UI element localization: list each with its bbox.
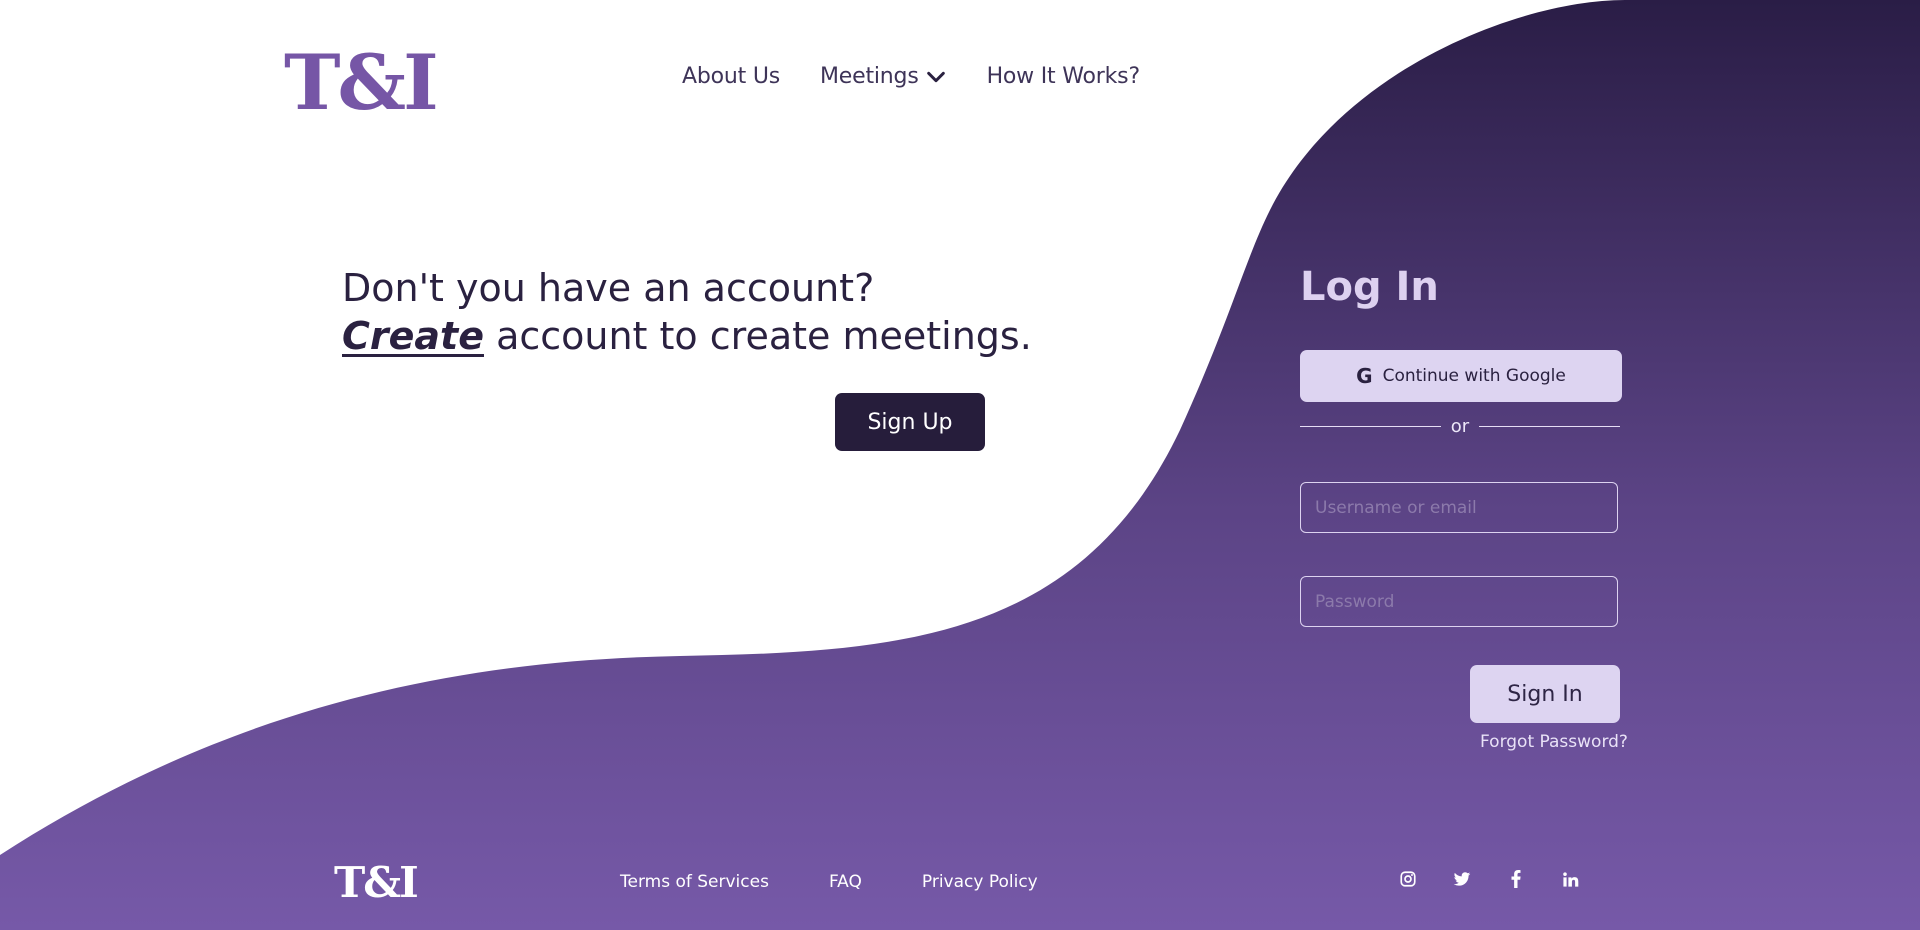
privacy-policy-link[interactable]: Privacy Policy <box>922 872 1038 892</box>
or-text: or <box>1450 416 1470 437</box>
instagram-icon[interactable] <box>1398 869 1418 889</box>
nav-how-it-works[interactable]: How It Works? <box>986 64 1141 89</box>
footer-links: Terms of Services FAQ Privacy Policy <box>620 872 1038 892</box>
facebook-icon[interactable] <box>1506 869 1526 889</box>
google-button-label: Continue with Google <box>1382 366 1566 386</box>
hero-line-2: Create account to create meetings. <box>342 312 1032 360</box>
sign-up-button[interactable]: Sign Up <box>835 393 985 451</box>
nav-about-label: About Us <box>682 64 781 89</box>
divider-line-right <box>1479 426 1621 427</box>
social-links <box>1398 869 1580 889</box>
linkedin-icon[interactable] <box>1560 869 1580 889</box>
sign-in-button[interactable]: Sign In <box>1470 665 1620 723</box>
hero-line-1: Don't you have an account? <box>342 266 875 310</box>
username-or-email-input[interactable] <box>1300 482 1618 533</box>
nav-how-label: How It Works? <box>986 64 1141 89</box>
hero-line-2-rest: account to create meetings. <box>483 314 1032 358</box>
terms-of-services-link[interactable]: Terms of Services <box>620 872 769 892</box>
google-icon: G <box>1356 364 1373 388</box>
background-wave <box>0 0 1920 930</box>
logo[interactable]: T&I <box>284 38 439 128</box>
nav-meetings-dropdown[interactable]: Meetings <box>820 64 947 89</box>
divider-line-left <box>1300 426 1441 427</box>
footer-logo[interactable]: T&I <box>334 858 419 908</box>
password-input[interactable] <box>1300 576 1618 627</box>
login-title: Log In <box>1300 264 1439 310</box>
continue-with-google-button[interactable]: G Continue with Google <box>1300 350 1622 402</box>
main-nav: About Us Meetings How It Works? <box>682 64 1140 89</box>
forgot-password-link[interactable]: Forgot Password? <box>1480 732 1628 752</box>
nav-about-us[interactable]: About Us <box>682 64 780 89</box>
hero-text: Don't you have an account? Create accoun… <box>342 264 1032 360</box>
or-divider: or <box>1300 416 1621 437</box>
chevron-down-icon <box>926 71 945 82</box>
faq-link[interactable]: FAQ <box>829 872 862 892</box>
nav-meetings-label: Meetings <box>820 64 919 89</box>
twitter-icon[interactable] <box>1452 869 1472 889</box>
create-link[interactable]: Create <box>342 314 484 358</box>
